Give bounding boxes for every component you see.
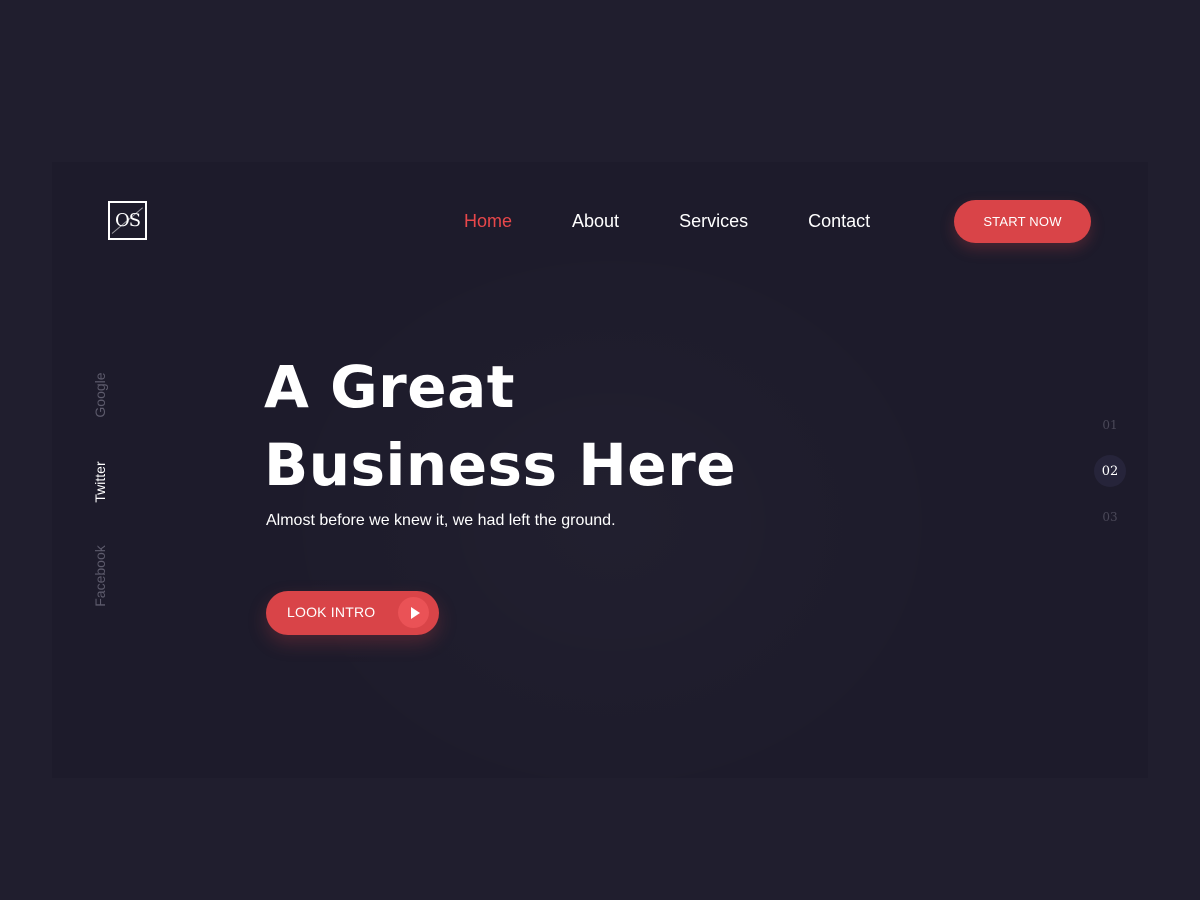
nav-item-about[interactable]: About — [572, 210, 619, 232]
nav-item-contact[interactable]: Contact — [808, 210, 870, 232]
play-icon — [398, 597, 429, 628]
slide-indicator-03[interactable]: 03 — [1094, 501, 1126, 533]
play-triangle — [410, 606, 420, 619]
logo[interactable]: OS — [108, 201, 147, 240]
slide-indicator-01[interactable]: 01 — [1094, 409, 1126, 441]
nav-item-services[interactable]: Services — [679, 210, 748, 232]
social-link-twitter[interactable]: Twitter — [86, 442, 114, 522]
start-now-button[interactable]: START NOW — [954, 200, 1091, 243]
look-intro-button[interactable]: LOOK INTRO — [266, 591, 439, 635]
social-link-twitter-label: Twitter — [92, 461, 108, 503]
social-link-google-label: Google — [92, 372, 108, 418]
social-link-google[interactable]: Google — [86, 355, 114, 435]
social-link-facebook[interactable]: Facebook — [86, 536, 114, 616]
landing-frame: OS Home About Services Contact START NOW… — [52, 162, 1148, 778]
social-link-facebook-label: Facebook — [92, 545, 108, 607]
nav-item-home[interactable]: Home — [464, 210, 512, 232]
look-intro-label: LOOK INTRO — [287, 604, 376, 620]
hero-subtitle: Almost before we knew it, we had left th… — [266, 512, 616, 529]
slide-indicator-02[interactable]: 02 — [1094, 455, 1126, 487]
hero-title-line-1: A Great — [264, 353, 515, 421]
hero-title: A Great Business Here — [264, 348, 736, 504]
hero-title-line-2: Business Here — [264, 431, 737, 499]
main-nav: Home About Services Contact — [464, 210, 930, 232]
logo-text: OS — [114, 210, 141, 231]
